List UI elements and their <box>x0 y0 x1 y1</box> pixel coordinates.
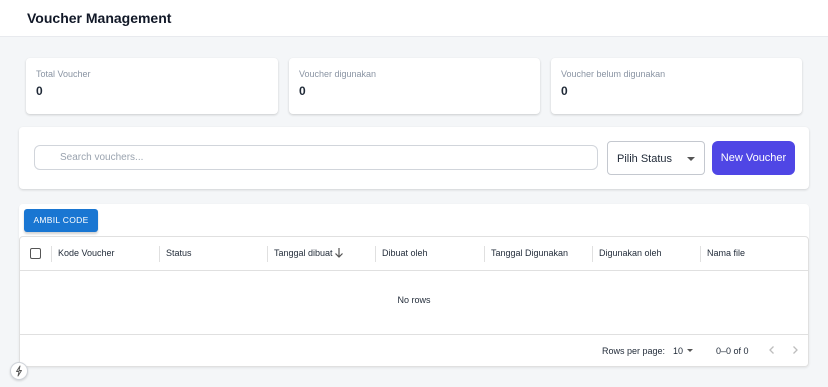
status-select-value: Pilih Status <box>617 153 673 165</box>
column-header-tanggal-digunakan[interactable]: Tanggal Digunakan <box>484 237 592 271</box>
stat-card-unused: Voucher belum digunakan 0 <box>551 58 802 114</box>
column-header-digunakan-oleh[interactable]: Digunakan oleh <box>592 237 700 271</box>
page-title: Voucher Management <box>27 10 172 26</box>
grid-header: Kode Voucher Status Tanggal dibuat Dibua… <box>20 237 808 271</box>
search-placeholder: Search vouchers... <box>60 152 144 163</box>
column-header-kode-voucher[interactable]: Kode Voucher <box>51 237 159 271</box>
rows-per-page-label: Rows per page: <box>602 346 666 356</box>
pagination-range: 0–0 of 0 <box>716 346 749 356</box>
column-header-status[interactable]: Status <box>159 237 267 271</box>
stat-card-total: Total Voucher 0 <box>26 58 278 114</box>
chevron-down-icon <box>687 157 695 161</box>
select-all-checkbox[interactable] <box>30 248 41 259</box>
filter-bar: Search vouchers... Pilih Status New Vouc… <box>19 127 809 189</box>
column-title: Dibuat oleh <box>382 248 428 258</box>
stat-label: Total Voucher <box>36 69 91 79</box>
column-separator <box>484 246 485 262</box>
grid-footer: Rows per page: 10 0–0 of 0 <box>20 334 808 366</box>
empty-rows-message: No rows <box>397 295 431 305</box>
column-header-dibuat-oleh[interactable]: Dibuat oleh <box>375 237 484 271</box>
new-voucher-button[interactable]: New Voucher <box>712 141 795 175</box>
lightning-icon <box>16 365 22 377</box>
column-title: Kode Voucher <box>58 248 115 258</box>
dev-tools-button[interactable] <box>10 362 28 380</box>
status-select[interactable]: Pilih Status <box>607 141 705 175</box>
column-separator <box>700 246 701 262</box>
column-title: Tanggal dibuat <box>274 248 333 258</box>
chevron-down-icon[interactable] <box>687 349 693 352</box>
column-separator <box>51 246 52 262</box>
stat-label: Voucher belum digunakan <box>561 69 666 79</box>
ambil-code-button[interactable]: AMBIL CODE <box>24 209 98 232</box>
column-separator <box>592 246 593 262</box>
stat-value: 0 <box>299 84 306 98</box>
column-header-tanggal-dibuat[interactable]: Tanggal dibuat <box>267 237 375 271</box>
column-title: Digunakan oleh <box>599 248 662 258</box>
stat-card-used: Voucher digunakan 0 <box>289 58 540 114</box>
stat-label: Voucher digunakan <box>299 69 377 79</box>
column-title: Tanggal Digunakan <box>491 248 569 258</box>
stat-value: 0 <box>561 84 568 98</box>
top-bar: Voucher Management <box>0 0 828 37</box>
chevron-right-icon[interactable] <box>788 343 802 357</box>
column-separator <box>375 246 376 262</box>
stat-value: 0 <box>36 84 43 98</box>
voucher-data-grid: Kode Voucher Status Tanggal dibuat Dibua… <box>19 236 809 367</box>
chevron-left-icon[interactable] <box>765 343 779 357</box>
column-title: Nama file <box>707 248 746 258</box>
column-title: Status <box>166 248 192 258</box>
rows-per-page-select[interactable]: 10 <box>673 346 683 356</box>
column-separator <box>267 246 268 262</box>
search-input[interactable]: Search vouchers... <box>34 145 598 170</box>
arrow-down-sort-icon[interactable] <box>334 247 344 259</box>
voucher-table-panel: AMBIL CODE Kode Voucher Status Tanggal d… <box>19 204 809 367</box>
column-separator <box>159 246 160 262</box>
column-header-nama-file[interactable]: Nama file <box>700 237 808 271</box>
